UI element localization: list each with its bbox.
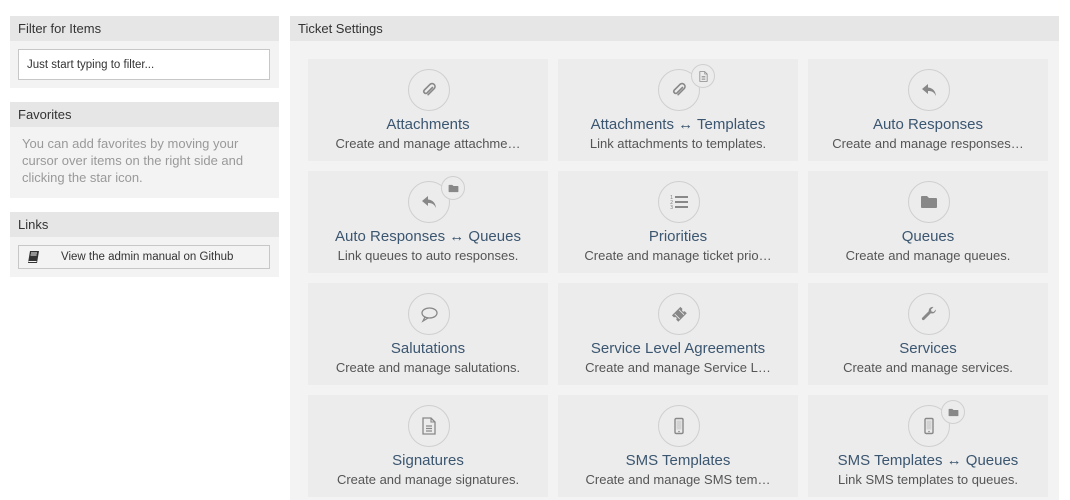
admin-tile[interactable]: 1 2 3 Priorities Create and manage ticket pr… [558,171,798,273]
mobile-icon [658,405,700,447]
admin-tile[interactable]: Services Create and manage services. [808,283,1048,385]
folder-icon [908,181,950,223]
admin-tile[interactable]: Auto Responses ↔ Queues Link queues to au… [308,171,548,273]
tile-title: Service Level Agreements [590,340,766,357]
admin-tile[interactable]: Salutations Create and manage salutations… [308,283,548,385]
ticket-settings-title: Ticket Settings [290,16,1059,41]
filter-input[interactable] [18,49,270,80]
wrench-icon [908,293,950,335]
tile-title: Attachments ↔ Templates [590,116,766,133]
tile-description: Create and manage salutations. [335,360,521,375]
admin-tile[interactable]: Service Level Agreements Create and manag… [558,283,798,385]
tile-title: SMS Templates [625,452,731,469]
tile-title: Salutations [390,340,466,357]
admin-tile[interactable]: Auto Responses Create and manage response… [808,59,1048,161]
tile-description: Create and manage attachme… [335,136,521,151]
tile-description: Create and manage ticket prio… [584,248,772,263]
tile-description: Link queues to auto responses. [337,248,519,263]
admin-tile[interactable]: Signatures Create and manage signatures. [308,395,548,497]
tile-title: Priorities [648,228,708,245]
tile-description: Create and manage signatures. [336,472,520,487]
admin-tile[interactable]: Attachments ↔ Templates Link attachments … [558,59,798,161]
book-icon [27,250,41,264]
tile-description: Create and manage SMS tem… [585,472,771,487]
tile-description: Create and manage services. [843,360,1013,375]
tile-title: Signatures [392,452,464,469]
tile-description: Create and manage queues. [845,248,1011,263]
ticket-settings-panel: Ticket Settings Attachments Create and ma… [290,16,1059,500]
filter-widget: Filter for Items [10,16,279,88]
tile-title: Services [899,340,957,357]
links-widget-title: Links [10,212,279,237]
tile-description: Create and manage responses… [832,136,1024,151]
favorites-help-text: You can add favorites by moving your cur… [22,136,244,185]
admin-manual-link-button[interactable]: View the admin manual on Github [18,245,270,269]
tile-description: Create and manage Service L… [585,360,771,375]
favorites-widget-title: Favorites [10,102,279,127]
svg-text:3: 3 [670,205,673,211]
sub-folder-icon [441,176,465,200]
tile-title: Auto Responses ↔ Queues [335,228,521,245]
favorites-widget: Favorites You can add favorites by movin… [10,102,279,198]
sub-document-icon [691,64,715,88]
tile-title: Auto Responses [872,116,984,133]
ticket-icon [658,293,700,335]
ordered-list-icon: 123 [658,181,700,223]
admin-manual-link-label: View the admin manual on Github [61,251,234,263]
links-widget: Links View the admin manual on Github [10,212,279,277]
tile-title: Queues [901,228,955,245]
tile-title: SMS Templates ↔ Queues [837,452,1019,469]
tile-grid: Attachments Create and manage attachme… At… [308,59,1048,497]
admin-tile[interactable]: SMS Templates Create and manage SMS tem… [558,395,798,497]
tile-title: Attachments [386,116,470,133]
document-icon [408,405,450,447]
speech-bubble-icon [408,293,450,335]
sub-folder-icon [941,400,965,424]
admin-tile[interactable]: Attachments Create and manage attachme… [308,59,548,161]
tile-description: Link attachments to templates. [589,136,767,151]
admin-tile[interactable]: SMS Templates ↔ Queues Link SMS templates… [808,395,1048,497]
sidebar: Filter for Items Favorites You can add f… [10,16,279,291]
paperclip-icon [408,69,450,111]
admin-tile[interactable]: Queues Create and manage queues. [808,171,1048,273]
tile-description: Link SMS templates to queues. [838,472,1018,487]
filter-widget-title: Filter for Items [10,16,279,41]
reply-icon [908,69,950,111]
